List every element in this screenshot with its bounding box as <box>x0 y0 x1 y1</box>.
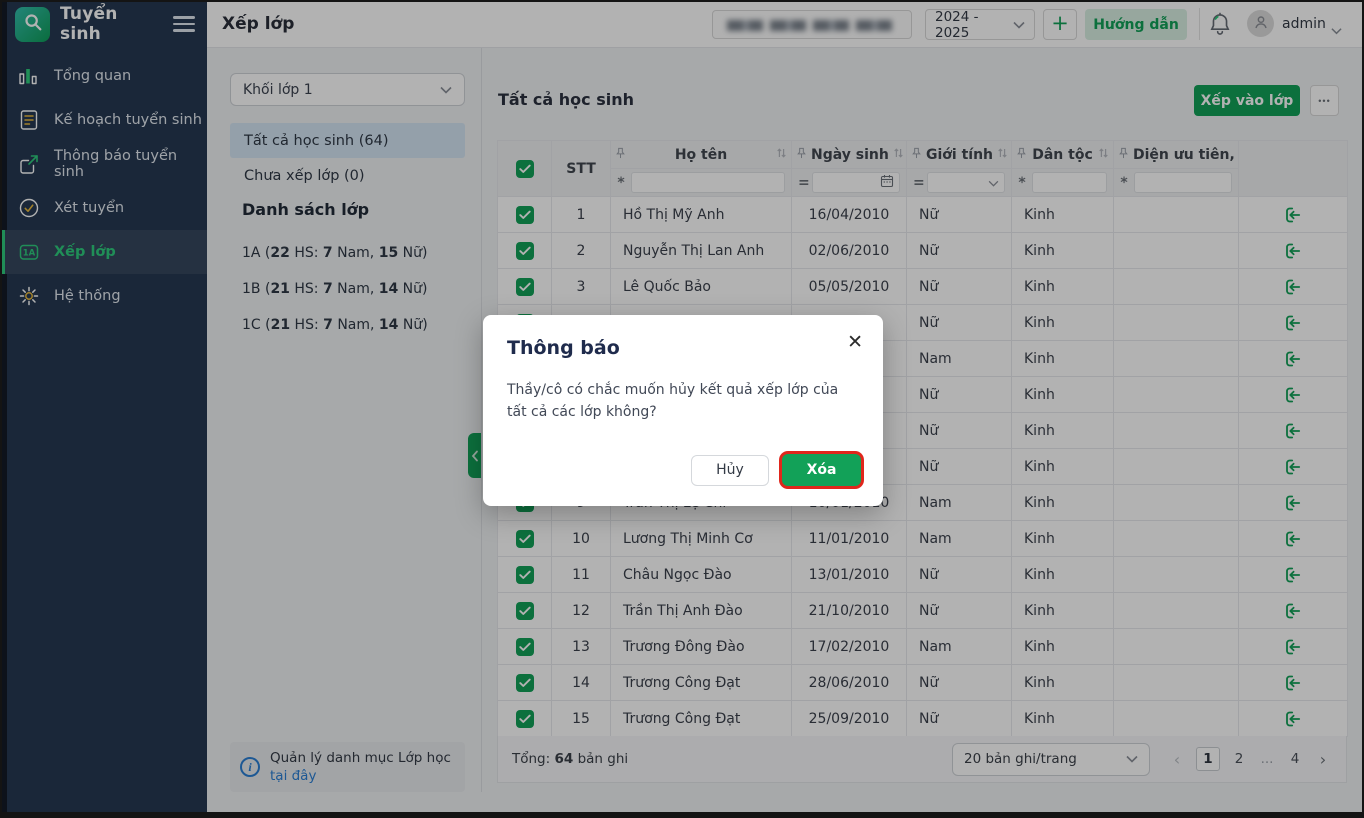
confirm-modal: Thông báo ✕ Thầy/cô có chắc muốn hủy kết… <box>483 315 883 506</box>
close-icon[interactable]: ✕ <box>847 333 863 352</box>
delete-button[interactable]: Xóa <box>782 454 861 486</box>
cancel-button[interactable]: Hủy <box>691 454 769 486</box>
modal-buttons: Hủy Xóa <box>691 454 861 486</box>
app-window: Tuyển sinh Tổng quan Kế hoạch tuyển sinh T… <box>0 0 1364 818</box>
modal-title: Thông báo <box>507 337 620 359</box>
modal-message: Thầy/cô có chắc muốn hủy kết quả xếp lớp… <box>507 382 839 420</box>
